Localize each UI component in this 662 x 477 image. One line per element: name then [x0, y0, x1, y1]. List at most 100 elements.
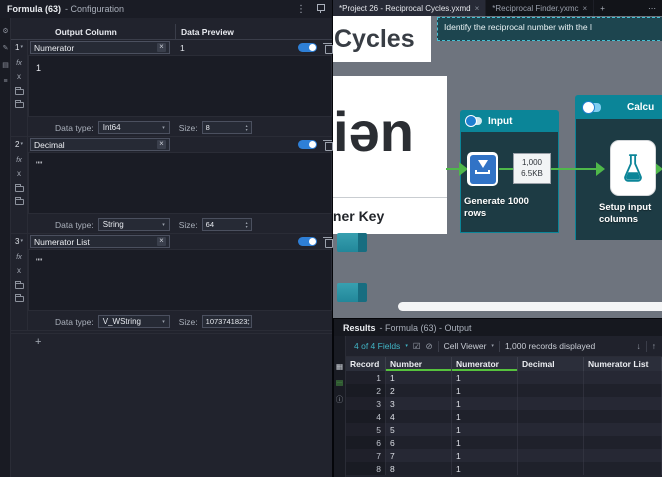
dropdown-widget[interactable]: ▾ [337, 233, 367, 252]
spin-down-icon[interactable]: ▾ [247, 321, 249, 326]
container-key-comment-box[interactable]: iner Key [333, 197, 447, 234]
output-column-input[interactable]: Decimal × [30, 138, 170, 151]
container-enabled-toggle[interactable] [465, 115, 482, 127]
spinner-icons[interactable]: ▴ ▾ [246, 123, 248, 132]
calc-container-header[interactable]: Calcu [575, 95, 662, 119]
decimal-cell[interactable] [518, 436, 584, 449]
record-cell[interactable]: 3 [346, 397, 386, 410]
number-cell[interactable]: 8 [386, 462, 452, 475]
spin-down-icon[interactable]: ▾ [246, 127, 248, 132]
numerator-list-cell[interactable] [584, 423, 662, 436]
pin-icon[interactable] [316, 4, 325, 14]
download-icon[interactable]: ↓ [637, 341, 641, 351]
record-cell[interactable]: 1 [346, 371, 386, 384]
tool-annotation[interactable]: 1,000 6.5KB [513, 153, 551, 184]
clear-field-icon[interactable]: × [157, 237, 166, 246]
constants-folder-icon[interactable] [14, 87, 24, 95]
number-cell[interactable]: 3 [386, 397, 452, 410]
decimal-cell[interactable] [518, 423, 584, 436]
record-cell[interactable]: 7 [346, 449, 386, 462]
new-tab-button[interactable]: + [594, 0, 611, 16]
column-header[interactable]: Decimal [518, 357, 584, 371]
numerator-cell[interactable]: 1 [452, 397, 518, 410]
canvas-horizontal-scrollbar[interactable] [398, 302, 662, 311]
deselect-icon[interactable]: ⊘ [425, 341, 432, 352]
clear-field-icon[interactable]: × [157, 43, 166, 52]
numerator-cell[interactable]: 1 [452, 449, 518, 462]
close-tab-icon[interactable]: × [475, 4, 480, 13]
expression-editor[interactable]: 1 [28, 55, 332, 117]
input-container-header[interactable]: Input [460, 110, 559, 132]
add-row-button[interactable]: + [35, 336, 41, 348]
column-enabled-toggle[interactable] [298, 237, 317, 246]
column-header[interactable]: Numerator List [584, 357, 662, 371]
delete-row-icon[interactable] [323, 139, 333, 151]
number-cell[interactable]: 6 [386, 436, 452, 449]
spinner-icons[interactable]: ▴ ▾ [247, 317, 249, 326]
numerator-cell[interactable]: 1 [452, 436, 518, 449]
annotation-icon[interactable]: ✎ [0, 44, 11, 52]
numerator-list-cell[interactable] [584, 410, 662, 423]
info-icon[interactable]: ⓘ [334, 394, 346, 405]
number-cell[interactable]: 2 [386, 384, 452, 397]
spin-down-icon[interactable]: ▾ [246, 224, 248, 229]
numerator-list-cell[interactable] [584, 397, 662, 410]
size-input[interactable]: 64 ▴ ▾ [201, 218, 252, 231]
data-type-select[interactable]: Int64 ▾ [97, 121, 170, 134]
number-cell[interactable]: 5 [386, 423, 452, 436]
container-enabled-toggle[interactable] [582, 100, 601, 114]
output-column-input[interactable]: Numerator × [30, 41, 170, 54]
kebab-menu-icon[interactable]: ⋮ [296, 4, 306, 15]
column-header[interactable]: Record [346, 357, 386, 371]
expression-editor[interactable]: "" [28, 152, 332, 214]
clear-field-icon[interactable]: × [157, 140, 166, 149]
metadata-file-icon[interactable]: ▤ [334, 378, 346, 387]
fields-filter-button[interactable]: 4 of 4 Fields [354, 341, 400, 351]
table-row[interactable]: 7 7 1 [346, 449, 662, 462]
delete-row-icon[interactable] [323, 42, 333, 54]
image-comment-box[interactable]: iən [333, 76, 447, 197]
table-row[interactable]: 3 3 1 [346, 397, 662, 410]
insert-variable-icon[interactable]: x [11, 169, 27, 179]
saved-expressions-folder-icon[interactable] [14, 100, 24, 108]
decimal-cell[interactable] [518, 397, 584, 410]
numerator-cell[interactable]: 1 [452, 462, 518, 475]
constants-folder-icon[interactable] [14, 184, 24, 192]
note-comment-box[interactable]: Identify the reciprocal number with the … [437, 17, 662, 41]
column-header[interactable]: Numerator [452, 357, 518, 371]
numerator-list-cell[interactable] [584, 384, 662, 397]
output-column-input[interactable]: Numerator List × [30, 235, 170, 248]
size-input[interactable]: 1073741823 ▴ ▾ [201, 315, 252, 328]
numerator-list-cell[interactable] [584, 371, 662, 384]
decimal-cell[interactable] [518, 449, 584, 462]
table-row[interactable]: 5 5 1 [346, 423, 662, 436]
insert-function-icon[interactable]: fx [11, 155, 27, 165]
record-cell[interactable]: 8 [346, 462, 386, 475]
row-number[interactable]: 3 ▾ [11, 234, 27, 248]
decimal-cell[interactable] [518, 371, 584, 384]
cell-viewer-button[interactable]: Cell Viewer [444, 341, 487, 351]
saved-expressions-folder-icon[interactable] [14, 197, 24, 205]
table-row[interactable]: 2 2 1 [346, 384, 662, 397]
number-cell[interactable]: 7 [386, 449, 452, 462]
record-cell[interactable]: 6 [346, 436, 386, 449]
table-row[interactable]: 6 6 1 [346, 436, 662, 449]
insert-variable-icon[interactable]: x [11, 266, 27, 276]
formula-tool[interactable] [610, 140, 656, 196]
table-row[interactable]: 8 8 1 [346, 462, 662, 475]
expression-editor[interactable]: "" [28, 249, 332, 311]
select-all-icon[interactable]: ☑ [413, 341, 421, 352]
row-number[interactable]: 2 ▾ [11, 137, 27, 151]
wrench-icon[interactable]: ⚙ [0, 27, 11, 35]
insert-function-icon[interactable]: fx [11, 58, 27, 68]
row-number[interactable]: 1 ▾ [11, 40, 27, 54]
column-enabled-toggle[interactable] [298, 140, 317, 149]
data-type-select[interactable]: String ▾ [97, 218, 170, 231]
column-header[interactable]: Number [386, 357, 452, 371]
insert-variable-icon[interactable]: x [11, 72, 27, 82]
upload-icon[interactable]: ↑ [652, 341, 656, 351]
data-grid-icon[interactable]: ▦ [334, 362, 346, 371]
dropdown-widget[interactable]: ▾ [337, 283, 367, 302]
text-input-tool-icon[interactable] [467, 152, 498, 186]
numerator-list-cell[interactable] [584, 449, 662, 462]
